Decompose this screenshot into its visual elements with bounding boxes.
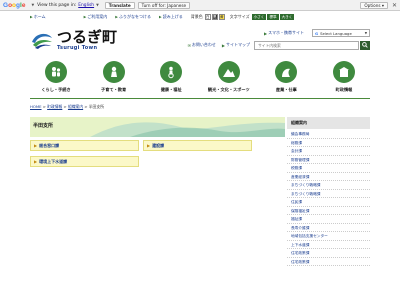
arrow-icon: ▶ — [34, 159, 38, 164]
sitemap-link[interactable]: ▶ サイトマップ — [222, 42, 250, 48]
sidebar-item[interactable]: 総務課 — [287, 139, 370, 147]
department-button[interactable]: ▶ 建設課 — [143, 140, 252, 151]
industry-icon — [275, 61, 298, 83]
language-caret-icon[interactable]: ▼ — [96, 3, 99, 7]
sidebar-item[interactable]: 住宅政策課 — [287, 249, 370, 258]
sidebar-item[interactable]: まちづくり戦略課 — [287, 181, 370, 190]
menu-caret-icon[interactable]: ▼ — [31, 3, 34, 7]
arrow-icon: ▶ — [147, 143, 151, 148]
sidebar-item[interactable]: 長寿介護課 — [287, 224, 370, 232]
bg-color-label: 背景色 — [190, 14, 203, 19]
google-logo: Google — [3, 1, 26, 9]
wave-decoration — [90, 122, 285, 137]
nav-furigana[interactable]: ▶ ふりがなをつける — [115, 14, 151, 20]
sidebar-item[interactable]: 財務管理課 — [287, 156, 370, 164]
sidebar-item[interactable]: 上下水道課 — [287, 241, 370, 249]
turn-off-button[interactable]: Turn off for: Japanese — [137, 1, 191, 9]
site-logo[interactable]: つるぎ町 Tsurugi Town — [30, 27, 120, 53]
sidebar-list: 議会事務局 総務課 会計課 財務管理課 税務課 産業経済課 まちづくり戦略課 ま… — [287, 130, 370, 266]
sidebar-item[interactable]: 住宅政策課 — [287, 258, 370, 266]
category-industry[interactable]: 産業・仕事 — [260, 61, 312, 99]
sidebar: 組織案内 議会事務局 総務課 会計課 財務管理課 税務課 産業経済課 まちづくり… — [287, 117, 370, 266]
arrow-icon: ▶ — [30, 15, 33, 19]
category-nav: くらし・手続き 子育て・教育 健康・福祉 観光・文化・スポーツ 産業・仕事 町政… — [30, 61, 370, 99]
sidebar-item[interactable]: 税務課 — [287, 164, 370, 173]
arrow-icon: ▶ — [159, 15, 162, 19]
sidebar-item[interactable]: 産業経済課 — [287, 173, 370, 181]
arrow-icon: ▶ — [221, 42, 225, 48]
category-childcare[interactable]: 子育て・教育 — [88, 61, 140, 99]
sidebar-title: 組織案内 — [287, 117, 370, 129]
arrow-icon: ▶ — [83, 15, 87, 19]
logo-name-jp: つるぎ町 — [57, 27, 118, 46]
font-size-label: 文字サイズ — [229, 14, 250, 19]
town-emblem-icon — [32, 33, 52, 49]
sidebar-item[interactable]: 議会事務局 — [287, 130, 370, 139]
sidebar-item[interactable]: 会計課 — [287, 147, 370, 156]
font-large-button[interactable]: 大きく — [279, 14, 295, 20]
utility-nav: ▶ ホーム ▶ ご利用案内 ▶ ふりがなをつける ▶ 読み上げる 背景色 白黒黄 文字サ… — [0, 11, 400, 23]
department-button[interactable]: ▶ 環境上下水道課 — [30, 156, 139, 167]
main-content: 半田支所 ▶ 総合窓口課 ▶ 建設課 ▶ 環境上下水道課 — [30, 117, 285, 167]
translate-prompt: View this page in: — [37, 2, 77, 8]
search-icon — [362, 42, 368, 48]
search-input[interactable] — [254, 40, 359, 50]
department-button[interactable]: ▶ 総合窓口課 — [30, 140, 139, 151]
arrow-icon: ▶ — [34, 143, 38, 148]
page-title: 半田支所 — [33, 123, 54, 129]
category-tourism[interactable]: 観光・文化・スポーツ — [203, 61, 255, 99]
arrow-icon: ▶ — [115, 15, 118, 19]
bg-color-swatches: 白黒黄 — [204, 14, 226, 20]
arrow-icon: ▶ — [264, 30, 268, 36]
mountain-icon — [217, 61, 240, 83]
child-icon — [102, 61, 125, 83]
breadcrumb: HOME > 町政情報 > 組織案内 > 半田支所 — [30, 104, 104, 109]
chevron-down-icon: ▼ — [364, 31, 367, 35]
options-button[interactable]: Options ▾ — [360, 1, 388, 9]
contact-link[interactable]: ✉ お問い合わせ — [188, 42, 216, 48]
bg-white-button[interactable]: 白 — [204, 14, 211, 20]
page-title-banner: 半田支所 — [30, 117, 285, 137]
category-divider — [30, 98, 370, 99]
breadcrumb-government[interactable]: 町政情報 — [47, 104, 62, 109]
close-icon[interactable]: ✕ — [392, 2, 397, 9]
google-translate-bar: Google ▼ View this page in: English ▼ Tr… — [0, 0, 400, 11]
nav-read-aloud[interactable]: ▶ 読み上げる — [159, 14, 183, 20]
search-button[interactable] — [360, 40, 370, 50]
breadcrumb-home[interactable]: HOME — [30, 104, 42, 109]
bg-black-button[interactable]: 黒 — [211, 14, 218, 20]
breadcrumb-current: 半田支所 — [88, 104, 104, 109]
language-link[interactable]: English — [78, 3, 94, 8]
nav-home[interactable]: ▶ ホーム — [30, 14, 46, 20]
sidebar-item[interactable]: 地域包括支援センター — [287, 232, 370, 241]
smartphone-link[interactable]: ▶ スマホ・携帯サイト — [264, 30, 304, 36]
bg-yellow-button[interactable]: 黄 — [218, 14, 225, 20]
category-government[interactable]: 町政情報 — [318, 61, 370, 99]
translate-button[interactable]: Translate — [104, 1, 135, 9]
government-icon — [332, 61, 355, 83]
sidebar-item[interactable]: まちづくり戦略課 — [287, 190, 370, 198]
header-tools: ▶ スマホ・携帯サイト G Select Language ▼ ✉ お問い合わせ ▶… — [150, 27, 370, 51]
google-g-icon: G — [315, 30, 319, 36]
category-living[interactable]: くらし・手続き — [30, 61, 82, 99]
department-list: ▶ 総合窓口課 ▶ 建設課 ▶ 環境上下水道課 — [30, 140, 285, 167]
font-normal-button[interactable]: 標準 — [267, 14, 279, 20]
language-select[interactable]: G Select Language ▼ — [312, 29, 370, 37]
sidebar-item[interactable]: 保険福祉課 — [287, 207, 370, 215]
mail-icon: ✉ — [187, 42, 191, 48]
category-health[interactable]: 健康・福祉 — [145, 61, 197, 99]
font-small-button[interactable]: 小さく — [251, 14, 267, 20]
sidebar-item[interactable]: 住民課 — [287, 198, 370, 207]
sidebar-item[interactable]: 福祉課 — [287, 215, 370, 224]
health-icon — [160, 61, 183, 83]
people-icon — [45, 61, 67, 83]
breadcrumb-organization[interactable]: 組織案内 — [68, 104, 83, 109]
nav-guide[interactable]: ▶ ご利用案内 — [84, 14, 108, 20]
